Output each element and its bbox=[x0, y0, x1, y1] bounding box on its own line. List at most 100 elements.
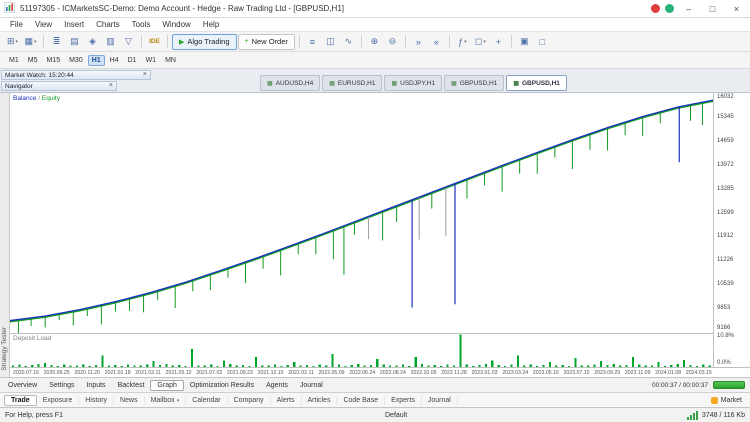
toolbox-tab-experts[interactable]: Experts bbox=[385, 396, 422, 405]
timeframe-h1[interactable]: H1 bbox=[88, 55, 105, 66]
x-axis-label: 2023.11.09 bbox=[625, 370, 651, 376]
auto-scroll-icon[interactable]: » bbox=[410, 34, 427, 50]
menu-window[interactable]: Window bbox=[156, 20, 196, 29]
x-axis-label: 2022.10.05 bbox=[411, 370, 437, 376]
maximize-button[interactable]: □ bbox=[703, 1, 722, 17]
tester-status-area: 00:00:37 / 00:00:37 bbox=[652, 381, 748, 389]
zoom-in-icon[interactable]: ⊕ bbox=[366, 34, 383, 50]
strategy-tester-side-strip: Strategy Tester bbox=[0, 93, 10, 377]
menu-help[interactable]: Help bbox=[197, 20, 225, 29]
x-axis-label: 2021.01.18 bbox=[105, 370, 131, 376]
timeframe-m5[interactable]: M5 bbox=[24, 55, 42, 66]
toolbox-tab-trade[interactable]: Trade bbox=[4, 395, 37, 406]
toolbox-tab-calendar[interactable]: Calendar bbox=[186, 396, 227, 405]
toolbox-tab-articles[interactable]: Articles bbox=[302, 396, 338, 405]
candlestick-chart-icon[interactable]: ◫ bbox=[322, 34, 339, 50]
market-watch-title: Market Watch: 15:20:44 bbox=[5, 72, 74, 79]
tester-tab-backtest[interactable]: Backtest bbox=[112, 381, 151, 390]
chart-tab-usdjpy-h1[interactable]: ▦USDJPY,H1 bbox=[384, 75, 442, 91]
profiles-icon[interactable]: ▦▾ bbox=[22, 34, 39, 50]
dropdown-caret-icon: ▾ bbox=[483, 39, 486, 45]
crosshair-icon[interactable]: + bbox=[490, 34, 507, 50]
toolbox-tab-history[interactable]: History bbox=[79, 396, 114, 405]
timeframe-m15[interactable]: M15 bbox=[42, 55, 64, 66]
tester-tab-graph[interactable]: Graph bbox=[150, 380, 183, 391]
line-chart-icon[interactable]: ∿ bbox=[340, 34, 357, 50]
objects-icon[interactable]: ◻▾ bbox=[472, 34, 489, 50]
indicators-icon[interactable]: ƒ▾ bbox=[454, 34, 471, 50]
timeframe-d1[interactable]: D1 bbox=[124, 55, 141, 66]
chart-tab-eurusd-h1[interactable]: ▦EURUSD,H1 bbox=[322, 75, 382, 91]
timeframe-mn[interactable]: MN bbox=[161, 55, 180, 66]
menu-charts[interactable]: Charts bbox=[90, 20, 126, 29]
tester-tab-journal[interactable]: Journal bbox=[294, 381, 329, 390]
toolbox-tab-mailbox[interactable]: Mailbox▾ bbox=[145, 396, 187, 405]
deposit-y-axis: 10.8% 0.0% bbox=[714, 332, 750, 367]
deposit-load-label: Deposit Load bbox=[13, 335, 51, 342]
notifications-badge[interactable] bbox=[651, 4, 660, 13]
y-axis-label: 11912 bbox=[717, 233, 733, 239]
dropdown-caret-icon: ▾ bbox=[34, 39, 37, 45]
market-watch-icon[interactable]: ≣ bbox=[48, 34, 65, 50]
chart-tab-gbpusd-h1[interactable]: ▦GBPUSD,H1 bbox=[506, 75, 567, 91]
chart-tab-gbpusd-h1[interactable]: ▦GBPUSD,H1 bbox=[444, 75, 504, 91]
tester-graph-area: Balance / Equity Deposit Load 1603215345… bbox=[10, 93, 750, 377]
menu-view[interactable]: View bbox=[29, 20, 58, 29]
market-watch-header[interactable]: Market Watch: 15:20:44 × bbox=[1, 70, 151, 80]
market-watch-close-icon[interactable]: × bbox=[143, 72, 147, 78]
close-button[interactable]: × bbox=[727, 1, 746, 17]
chart-tab-audusd-h4[interactable]: ▦AUDUSD,H4 bbox=[260, 75, 320, 91]
chart-tab-label: USDJPY,H1 bbox=[400, 80, 435, 87]
minimize-button[interactable]: – bbox=[679, 1, 698, 17]
chart-shift-icon[interactable]: « bbox=[428, 34, 445, 50]
market-icon bbox=[711, 397, 718, 404]
menu-insert[interactable]: Insert bbox=[58, 20, 90, 29]
x-axis-label: 2023.05.16 bbox=[533, 370, 559, 376]
timeframe-w1[interactable]: W1 bbox=[142, 55, 161, 66]
x-axis-label: 2020.07.16 bbox=[13, 370, 39, 376]
community-badge[interactable] bbox=[665, 4, 674, 13]
dropdown-caret-icon: ▾ bbox=[177, 398, 180, 404]
toolbox-tab-company[interactable]: Company bbox=[228, 396, 271, 405]
tile-windows-icon[interactable]: ▣ bbox=[516, 34, 533, 50]
data-window-icon[interactable]: ▤ bbox=[66, 34, 83, 50]
new-chart-icon[interactable]: ⊞▾ bbox=[4, 34, 21, 50]
menu-bar: FileViewInsertChartsToolsWindowHelp bbox=[0, 18, 750, 32]
tester-tab-agents[interactable]: Agents bbox=[260, 381, 294, 390]
market-button[interactable]: Market bbox=[721, 397, 742, 404]
bar-chart-icon[interactable]: ≡ bbox=[304, 34, 321, 50]
menu-file[interactable]: File bbox=[4, 20, 29, 29]
balance-y-axis: 1603215345146591397213285125991191211226… bbox=[714, 93, 750, 332]
legend-balance-label: Balance bbox=[13, 95, 37, 102]
toolbox-tab-alerts[interactable]: Alerts bbox=[271, 396, 302, 405]
zoom-out-icon[interactable]: ⊖ bbox=[384, 34, 401, 50]
toolbox-tab-journal[interactable]: Journal bbox=[422, 396, 458, 405]
toolbox-tab-code-base[interactable]: Code Base bbox=[337, 396, 385, 405]
timeframe-m1[interactable]: M1 bbox=[5, 55, 23, 66]
y-axis-label: 15345 bbox=[717, 114, 734, 120]
title-bar: 51197305 - ICMarketsSC-Demo: Demo Accoun… bbox=[0, 0, 750, 18]
tester-tab-settings[interactable]: Settings bbox=[43, 381, 80, 390]
tester-tab-inputs[interactable]: Inputs bbox=[80, 381, 111, 390]
navigator-header[interactable]: Navigator × bbox=[1, 81, 117, 91]
toolbox-tab-news[interactable]: News bbox=[114, 396, 145, 405]
menu-tools[interactable]: Tools bbox=[126, 20, 157, 29]
x-axis-label: 2021.09.23 bbox=[227, 370, 253, 376]
profile-selector[interactable]: Default bbox=[385, 412, 407, 419]
timeframe-m30[interactable]: M30 bbox=[65, 55, 87, 66]
strategy-tester-icon[interactable]: ▽ bbox=[120, 34, 137, 50]
full-screen-icon[interactable]: □ bbox=[534, 34, 551, 50]
navigator-close-icon[interactable]: × bbox=[109, 83, 113, 89]
tester-tab-overview[interactable]: Overview bbox=[2, 381, 43, 390]
new-order-button[interactable]: +New Order bbox=[238, 34, 295, 50]
timeframe-h4[interactable]: H4 bbox=[106, 55, 123, 66]
mt5-window: 51197305 - ICMarketsSC-Demo: Demo Accoun… bbox=[0, 0, 750, 422]
toolbox-icon[interactable]: ▥ bbox=[102, 34, 119, 50]
metaeditor-icon[interactable]: IDE bbox=[146, 34, 163, 50]
algo-trading-button[interactable]: ▶Algo Trading bbox=[172, 34, 237, 50]
title-bar-controls: – □ × bbox=[651, 1, 746, 17]
tester-tab-optimization-results[interactable]: Optimization Results bbox=[184, 381, 260, 390]
dock-row: Market Watch: 15:20:44 × Navigator × ▦AU… bbox=[0, 69, 750, 93]
navigator-icon[interactable]: ◈ bbox=[84, 34, 101, 50]
toolbox-tab-exposure[interactable]: Exposure bbox=[37, 396, 80, 405]
